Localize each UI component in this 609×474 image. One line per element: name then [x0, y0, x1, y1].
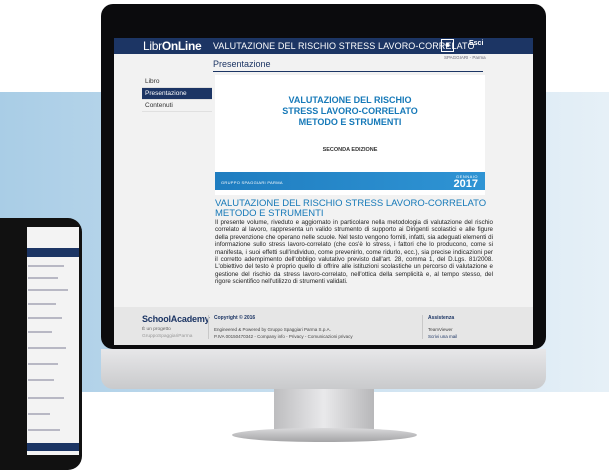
- teamviewer-link[interactable]: TeamViewer: [428, 327, 453, 332]
- logo-text-left: Libr: [143, 39, 162, 53]
- cover-title-line-3: METODO E STRUMENTI: [298, 117, 402, 127]
- tablet-header-bar: [27, 248, 79, 257]
- project-owner: GruppoSpaggiariParma: [142, 334, 193, 339]
- exit-button[interactable]: Esci: [469, 40, 483, 47]
- tablet-text-line: [28, 429, 60, 431]
- footer-divider: [208, 315, 209, 339]
- sidebar: Libro Presentazione Contenuti: [142, 76, 212, 112]
- monitor-chin: [101, 349, 546, 389]
- project-prefix: È un progetto: [142, 327, 171, 332]
- book-cover: VALUTAZIONE DEL RISCHIO STRESS LAVORO-CO…: [215, 75, 485, 195]
- tablet-text-line: [28, 347, 66, 349]
- sidebar-item-libro[interactable]: Libro: [142, 76, 212, 88]
- user-icon[interactable]: ☻: [441, 39, 454, 52]
- monitor-stand: [274, 389, 374, 431]
- logo-text-right: OnLine: [161, 39, 202, 53]
- book-title-header: VALUTAZIONE DEL RISCHIO STRESS LAVORO-CO…: [213, 41, 475, 51]
- assistance-title: Assistenza: [428, 315, 455, 321]
- school-academy-logo[interactable]: SchoolAcademy: [142, 314, 210, 324]
- user-info: SPAGGIARI - Parma: [444, 55, 486, 60]
- title-divider: [213, 71, 483, 72]
- write-mail-link[interactable]: Scrivi una mail: [428, 334, 457, 339]
- description-title: VALUTAZIONE DEL RISCHIO STRESS LAVORO-CO…: [215, 198, 487, 219]
- monitor-foot: [232, 428, 417, 442]
- monitor-screen: LibrOnLine VALUTAZIONE DEL RISCHIO STRES…: [114, 38, 533, 345]
- tablet-text-line: [28, 265, 64, 267]
- description-body: Il presente volume, riveduto e aggiornat…: [215, 219, 493, 286]
- cover-title-line-1: VALUTAZIONE DEL RISCHIO: [288, 95, 412, 105]
- tablet-text-line: [28, 277, 58, 279]
- tablet-text-line: [28, 413, 50, 415]
- tablet-text-line: [28, 303, 56, 305]
- footer: SchoolAcademy È un progetto GruppoSpaggi…: [114, 307, 533, 345]
- engineered-by: Engineered & Powered by Gruppo Spaggiari…: [214, 327, 331, 332]
- app-header: LibrOnLine VALUTAZIONE DEL RISCHIO STRES…: [114, 38, 533, 54]
- copyright: Copyright © 2016: [214, 315, 256, 321]
- tablet-text-line: [28, 363, 58, 365]
- cover-publisher: GRUPPO SPAGGIARI PARMA: [221, 180, 283, 185]
- tablet-footer-bar: [27, 443, 79, 451]
- tablet-text-line: [28, 379, 54, 381]
- cover-edition: SECONDA EDIZIONE: [322, 147, 378, 153]
- sidebar-item-presentazione[interactable]: Presentazione: [142, 88, 212, 100]
- app-logo[interactable]: LibrOnLine: [143, 39, 202, 53]
- footer-divider: [422, 315, 423, 339]
- tablet-text-line: [28, 289, 68, 291]
- page-title: Presentazione: [213, 59, 271, 69]
- cover-year: 2017: [453, 178, 478, 190]
- tablet-text-line: [28, 397, 64, 399]
- cover-band: GRUPPO SPAGGIARI PARMA GENNAIO 2017: [215, 172, 485, 190]
- sidebar-item-contenuti[interactable]: Contenuti: [142, 100, 212, 112]
- tablet-screen: [27, 227, 79, 455]
- footer-links[interactable]: P.IVA 00150470342 - Company info - Priva…: [214, 334, 353, 339]
- cover-title-line-2: STRESS LAVORO-CORRELATO: [282, 106, 418, 116]
- tablet-text-line: [28, 317, 62, 319]
- tablet-text-line: [28, 331, 52, 333]
